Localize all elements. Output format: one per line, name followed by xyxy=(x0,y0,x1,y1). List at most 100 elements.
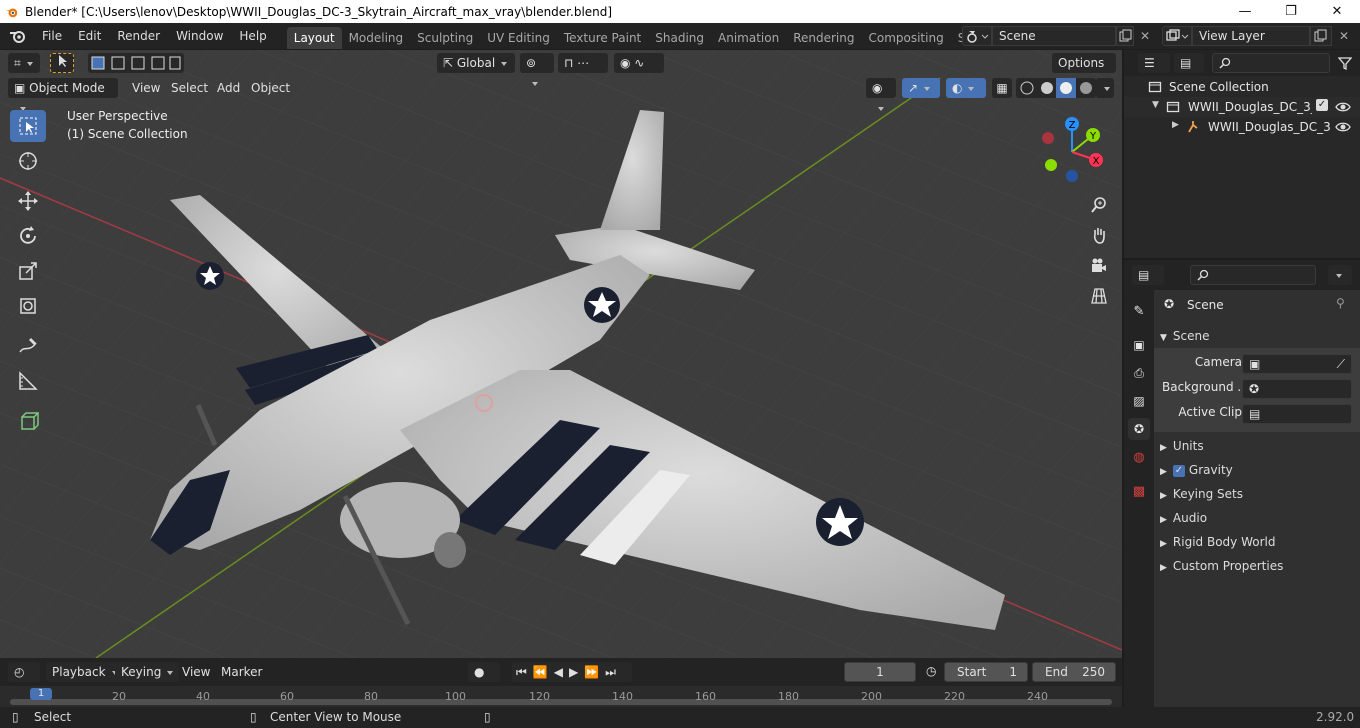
scene-panel-header[interactable]: ▼ Scene xyxy=(1160,325,1356,347)
proportional-editing-toggle[interactable]: ◉ ∿ xyxy=(614,53,664,73)
properties-search-input[interactable] xyxy=(1190,265,1316,285)
options-dropdown[interactable]: Options xyxy=(1052,53,1116,73)
remove-view-layer-icon[interactable]: ✕ xyxy=(1334,26,1354,46)
measure-tool[interactable] xyxy=(10,365,46,397)
current-frame-field[interactable]: 1 xyxy=(844,662,916,682)
active-clip-field[interactable]: ▤ xyxy=(1242,404,1352,424)
shading-mode-group[interactable] xyxy=(1016,78,1096,98)
outliner-editor-type-button[interactable]: ☰ xyxy=(1138,53,1170,73)
tab-rendering[interactable]: Rendering xyxy=(786,27,861,49)
timeline-menu-view[interactable]: View xyxy=(176,662,216,682)
add-cube-tool[interactable] xyxy=(10,405,46,437)
scene-name-field[interactable]: Scene xyxy=(992,26,1116,46)
visibility-dropdown[interactable]: ◉ xyxy=(866,78,896,98)
camera-field[interactable]: ▣ ⟋ xyxy=(1242,354,1352,374)
pin-icon[interactable]: ⚲ xyxy=(1336,296,1345,310)
viewport-menu-add[interactable]: Add xyxy=(211,78,246,98)
view-layer-browse-button[interactable] xyxy=(1162,26,1192,46)
units-panel-header[interactable]: ▶ Units xyxy=(1160,435,1356,457)
auto-keying-toggle[interactable]: ● xyxy=(468,662,500,682)
background-scene-field[interactable]: ✪ xyxy=(1242,379,1352,399)
3d-viewport[interactable]: ⌗ ⇱ Global ⊚ ⊓ ⋯ ◉ ∿ Options ▣ Object Mo… xyxy=(0,50,1122,658)
expand-arrow-right-icon[interactable]: ▶ xyxy=(1172,120,1179,130)
selection-mode-group[interactable] xyxy=(88,53,184,73)
gravity-panel-header[interactable]: ▶ ✓ Gravity xyxy=(1160,459,1356,481)
viewport-menu-object[interactable]: Object xyxy=(245,78,296,98)
tab-render[interactable]: ▣ xyxy=(1128,334,1150,356)
tab-layout[interactable]: Layout xyxy=(286,27,342,49)
shading-options-dropdown[interactable] xyxy=(1096,78,1114,98)
tab-texture-paint[interactable]: Texture Paint xyxy=(557,27,648,49)
menu-window[interactable]: Window xyxy=(168,26,231,46)
close-button[interactable]: ✕ xyxy=(1314,0,1360,23)
exclude-checkbox[interactable]: ✓ xyxy=(1316,99,1328,111)
menu-render[interactable]: Render xyxy=(109,26,168,46)
annotate-tool[interactable] xyxy=(10,330,46,362)
tab-animation[interactable]: Animation xyxy=(711,27,786,49)
expand-arrow-icon[interactable]: ▼ xyxy=(1152,100,1159,110)
transform-orientation-dropdown[interactable]: ⇱ Global xyxy=(437,53,515,73)
pivot-point-dropdown[interactable]: ⊚ xyxy=(520,53,554,73)
new-view-layer-icon[interactable] xyxy=(1310,26,1332,46)
playhead[interactable]: 1 xyxy=(30,688,52,700)
scene-browse-button[interactable] xyxy=(962,26,992,46)
outliner-row-collection[interactable]: ▼ WWII_Douglas_DC_3_Sky ✓ xyxy=(1124,97,1360,117)
tab-output[interactable]: ⎙ xyxy=(1128,362,1150,384)
overlays-toggle[interactable]: ◐ xyxy=(946,78,986,98)
timeline-menu-marker[interactable]: Marker xyxy=(215,662,268,682)
custom-properties-panel-header[interactable]: ▶ Custom Properties xyxy=(1160,555,1356,577)
outliner-row-object[interactable]: ▶ WWII_Douglas_DC_3 xyxy=(1124,117,1360,137)
properties-editor-type-button[interactable]: ▤ xyxy=(1132,265,1164,285)
gravity-checkbox[interactable]: ✓ xyxy=(1172,464,1185,477)
menu-file[interactable]: File xyxy=(34,26,70,46)
outliner-row-scene-collection[interactable]: Scene Collection xyxy=(1124,77,1360,97)
xray-toggle[interactable]: ▦ xyxy=(992,78,1012,98)
audio-panel-header[interactable]: ▶ Audio xyxy=(1160,507,1356,529)
stopwatch-icon[interactable]: ◷ xyxy=(926,664,936,678)
maximize-button[interactable]: ❐ xyxy=(1268,0,1314,23)
remove-scene-icon[interactable]: ✕ xyxy=(1136,26,1154,46)
select-box-tool[interactable] xyxy=(10,110,46,142)
tab-compositing[interactable]: Compositing xyxy=(861,27,950,49)
tab-shading[interactable]: Shading xyxy=(648,27,711,49)
tab-modeling[interactable]: Modeling xyxy=(342,27,411,49)
transform-tool[interactable] xyxy=(10,290,46,322)
tab-tool[interactable]: ✎ xyxy=(1128,300,1150,322)
blender-menu-icon[interactable] xyxy=(8,28,28,44)
keying-sets-panel-header[interactable]: ▶ Keying Sets xyxy=(1160,483,1356,505)
rigid-body-world-panel-header[interactable]: ▶ Rigid Body World xyxy=(1160,531,1356,553)
perspective-toggle-button[interactable] xyxy=(1086,283,1112,309)
start-frame-field[interactable]: Start 1 xyxy=(944,662,1028,682)
tab-world[interactable]: ◍ xyxy=(1128,446,1150,468)
tab-sculpting[interactable]: Sculpting xyxy=(410,27,480,49)
display-mode-dropdown[interactable]: ▤ xyxy=(1174,53,1204,73)
object-mode-dropdown[interactable]: ▣ Object Mode xyxy=(8,78,118,98)
end-frame-field[interactable]: End 250 xyxy=(1032,662,1116,682)
tab-view-layer[interactable]: ▨ xyxy=(1128,390,1150,412)
snap-toggle[interactable]: ⊓ ⋯ xyxy=(558,53,608,73)
gizmo-toggle[interactable]: ↗ xyxy=(902,78,940,98)
zoom-button[interactable] xyxy=(1086,192,1112,218)
tab-scene[interactable]: ✪ xyxy=(1128,418,1150,440)
menu-help[interactable]: Help xyxy=(231,26,274,46)
rotate-tool[interactable] xyxy=(10,220,46,252)
new-scene-icon[interactable] xyxy=(1116,26,1134,46)
filter-icon[interactable] xyxy=(1338,56,1352,70)
menu-edit[interactable]: Edit xyxy=(70,26,109,46)
tab-texture[interactable]: ▩ xyxy=(1128,480,1150,502)
editor-type-button[interactable]: ⌗ xyxy=(8,53,40,73)
timeline-menu-keying[interactable]: Keying xyxy=(115,662,180,682)
pan-button[interactable] xyxy=(1086,222,1112,248)
properties-options-dropdown[interactable] xyxy=(1328,265,1352,285)
move-tool[interactable] xyxy=(10,185,46,217)
view-layer-name-field[interactable]: View Layer xyxy=(1192,26,1310,46)
viewport-menu-select[interactable]: Select xyxy=(165,78,214,98)
eye-visibility-icon[interactable] xyxy=(1335,120,1351,134)
camera-view-button[interactable] xyxy=(1086,253,1112,279)
minimize-button[interactable]: — xyxy=(1222,0,1268,23)
timeline-menu-playback[interactable]: Playback xyxy=(46,662,124,682)
scale-tool[interactable] xyxy=(10,255,46,287)
timeline-editor-type-button[interactable]: ◴ xyxy=(8,662,40,682)
eyedropper-icon[interactable]: ⟋ xyxy=(1337,355,1345,373)
outliner-search-input[interactable] xyxy=(1212,53,1330,73)
